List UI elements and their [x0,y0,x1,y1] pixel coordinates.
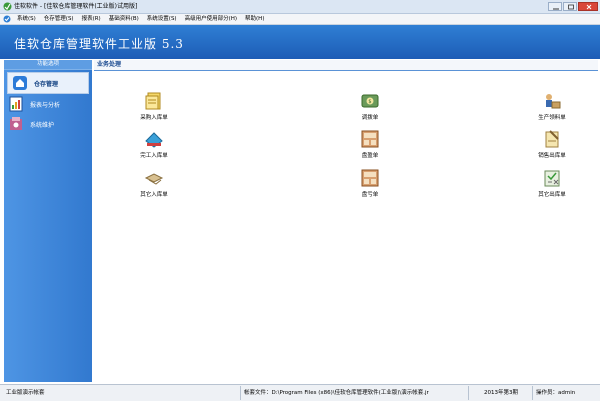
status-period: 2013年第3期 [468,386,530,400]
menu-help[interactable]: 帮助(H) [245,15,264,23]
warehouse-icon [13,76,27,90]
close-button[interactable] [578,2,598,11]
item-other-delivery[interactable]: 其它出库单 [520,168,584,198]
minimize-button[interactable] [548,2,562,11]
window-title: 佳软软件 - [佳软仓库管理软件(工业版)试用版] [14,3,138,10]
menu-reports[interactable]: 报表(R) [82,15,101,23]
other-receipt-icon [144,173,164,185]
title-bar: 佳软软件 - [佳软仓库管理软件(工业版)试用版] [0,0,600,14]
item-inventory-loss[interactable]: 盘亏单 [338,168,402,198]
item-label: 完工入库单 [140,153,168,159]
panel-header: 业务处理 [94,60,598,71]
item-sales-delivery[interactable]: 销售出库单 [520,129,584,159]
menu-warehouse[interactable]: 仓存管理(S) [44,15,74,23]
item-other-receipt[interactable]: 其它入库单 [122,168,186,198]
material-requisition-icon [546,94,561,109]
app-icon [3,2,12,11]
item-label: 调拨单 [361,115,379,121]
menu-advanced[interactable]: 高级用户使用部分(H) [185,15,237,23]
other-delivery-icon [544,170,560,187]
item-label: 其它出库单 [538,192,566,198]
inventory-loss-icon [361,169,379,187]
menu-logo-icon [3,15,11,23]
main-panel: 业务处理 采购入库单 $ 调拨单 生产领料单 完工入库单 盘盈单 销售出库单 其… [94,60,598,382]
inventory-gain-icon [361,130,379,148]
sidebar-item-maintenance[interactable]: 系统维护 [4,114,92,134]
item-label: 其它入库单 [140,192,168,198]
minimize-icon [553,8,559,10]
completion-receipt-icon [145,132,163,148]
sidebar-item-label: 系统维护 [30,121,55,129]
item-label: 采购入库单 [140,115,168,121]
item-label: 销售出库单 [538,153,566,159]
menu-system[interactable]: 系统(S) [17,15,36,23]
close-icon [586,4,592,10]
sidebar-header: 功能选项 [4,60,92,70]
maximize-button[interactable] [563,2,577,11]
sidebar-item-reports[interactable]: 报表与分析 [4,94,92,114]
item-transfer[interactable]: $ 调拨单 [338,91,402,121]
banner-title: 佳软仓库管理软件工业版 5.3 [14,37,184,51]
app-banner: 佳软仓库管理软件工业版 5.3 [0,25,600,59]
status-account-file: 帐套文件：D:\Program Files (x86)\佳软仓库管理软件(工业版… [240,386,466,400]
sidebar-item-warehouse[interactable]: 仓存管理 [7,72,89,94]
status-operator: 操作员：admin [532,386,600,400]
item-label: 生产领料单 [538,115,566,121]
item-label: 盘盈单 [361,153,379,159]
svg-text:$: $ [368,99,371,105]
sidebar-item-label: 仓存管理 [34,80,59,88]
purchase-receipt-icon [145,92,161,110]
sales-delivery-icon [545,130,559,148]
maximize-icon [568,4,574,10]
item-purchase-receipt[interactable]: 采购入库单 [122,91,186,121]
item-inventory-gain[interactable]: 盘盈单 [338,129,402,159]
menu-system-settings[interactable]: 系统设置(S) [147,15,177,23]
transfer-icon: $ [361,94,379,108]
status-company: 工业版演示帐套 [6,390,45,396]
menu-basic-data[interactable]: 基础资料(B) [109,15,139,23]
item-label: 盘亏单 [361,192,379,198]
sidebar-item-label: 报表与分析 [30,101,61,109]
report-icon [9,96,23,112]
item-completion-receipt[interactable]: 完工入库单 [122,129,186,159]
maintenance-icon [10,117,22,130]
item-material-requisition[interactable]: 生产领料单 [520,91,584,121]
sidebar: 功能选项 仓存管理 报表与分析 系统维护 [4,60,92,382]
status-bar: 工业版演示帐套 帐套文件：D:\Program Files (x86)\佳软仓库… [0,384,600,401]
menu-bar: 系统(S) 仓存管理(S) 报表(R) 基础资料(B) 系统设置(S) 高级用户… [0,14,600,25]
